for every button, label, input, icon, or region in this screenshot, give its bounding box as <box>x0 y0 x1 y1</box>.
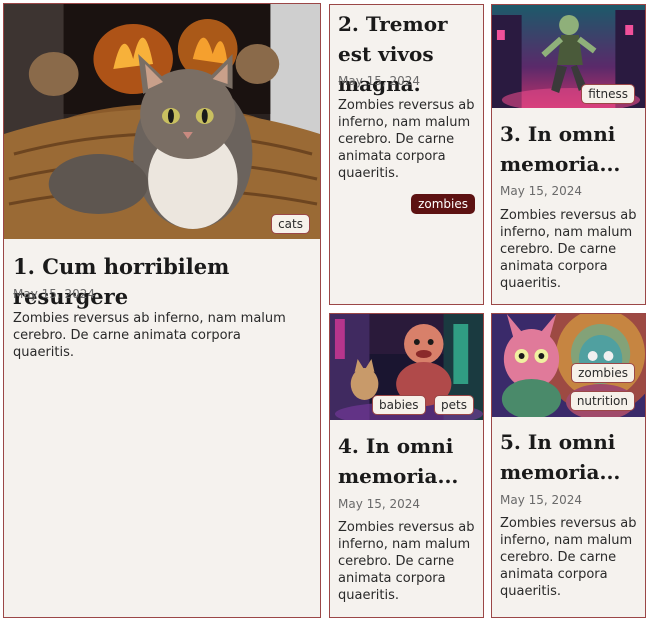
tag-babies[interactable]: babies <box>372 395 426 415</box>
post-title[interactable]: 1. Cum horribilem resurgere <box>13 252 313 312</box>
post-card-1[interactable]: cats 1. Cum horribilem resurgere May 15,… <box>3 3 321 618</box>
post-card-2[interactable]: 2. Tremor est vivos magna. May 15, 2024 … <box>329 4 484 305</box>
post-excerpt: Zombies reversus ab inferno, nam malum c… <box>500 516 637 599</box>
post-excerpt: Zombies reversus ab inferno, nam malum c… <box>338 520 475 603</box>
tag-cats[interactable]: cats <box>271 214 310 234</box>
post-date: May 15, 2024 <box>500 184 583 198</box>
post-excerpt: Zombies reversus ab inferno, nam malum c… <box>500 208 637 291</box>
tag-fitness[interactable]: fitness <box>581 84 635 104</box>
post-date: May 15, 2024 <box>13 287 96 301</box>
post-date: May 15, 2024 <box>338 497 421 511</box>
tag-nutrition[interactable]: nutrition <box>569 391 635 411</box>
tag-zombies[interactable]: zombies <box>411 194 475 214</box>
post-date: May 15, 2024 <box>500 493 583 507</box>
post-title[interactable]: 3. In omni memoria... <box>500 119 642 179</box>
post-date: May 15, 2024 <box>338 74 421 88</box>
post-title[interactable]: 5. In omni memoria... <box>500 427 642 487</box>
tag-pets[interactable]: pets <box>434 395 474 415</box>
post-image-cartoon-zombies[interactable]: zombies nutrition <box>492 314 645 417</box>
post-image-baby-dog[interactable]: babies pets <box>330 314 483 420</box>
post-image-cat[interactable]: cats <box>4 4 320 239</box>
post-card-3[interactable]: fitness 3. In omni memoria... May 15, 20… <box>491 4 646 305</box>
post-card-5[interactable]: zombies nutrition 5. In omni memoria... … <box>491 313 646 618</box>
post-excerpt: Zombies reversus ab inferno, nam malum c… <box>13 311 286 360</box>
post-title[interactable]: 4. In omni memoria... <box>338 431 480 491</box>
post-excerpt: Zombies reversus ab inferno, nam malum c… <box>338 98 475 181</box>
post-card-4[interactable]: babies pets 4. In omni memoria... May 15… <box>329 313 484 618</box>
tag-zombies[interactable]: zombies <box>571 363 635 383</box>
post-image-zombie-runner[interactable]: fitness <box>492 5 645 108</box>
